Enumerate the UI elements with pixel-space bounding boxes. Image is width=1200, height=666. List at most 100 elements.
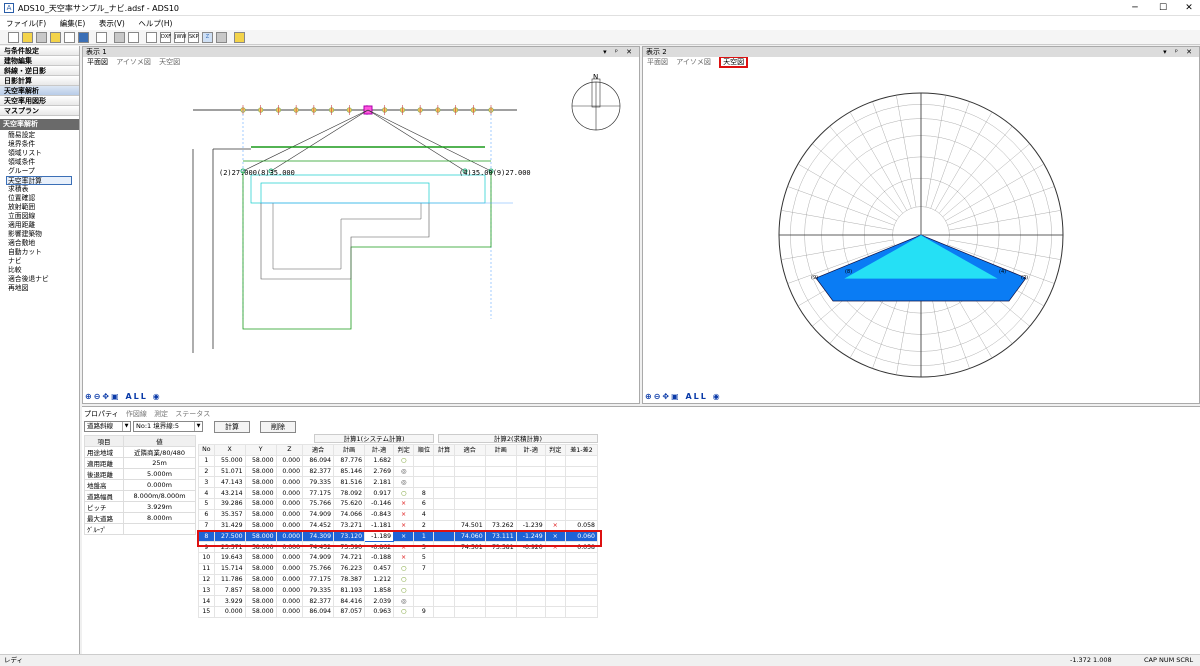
menu-help[interactable]: ヘルプ(H): [132, 16, 177, 29]
table-row[interactable]: 1 55.000 58.000 0.000 86.094 87.776 1.682 ○: [198, 454, 599, 467]
property-value[interactable]: 8.000m/8.000m: [123, 490, 196, 502]
skp-button[interactable]: SKP: [188, 32, 199, 43]
table-row[interactable]: 2 51.071 58.000 0.000 82.377 85.146 2.769 ◎: [198, 465, 599, 478]
sidebar-item[interactable]: 放射範囲: [0, 203, 79, 212]
delete-button[interactable]: 削除: [260, 421, 296, 433]
property-row[interactable]: 最大道路 8.000m: [83, 512, 196, 524]
table-row[interactable]: 4 43.214 58.000 0.000 77.175 78.092 0.917 ○ 8: [198, 487, 599, 499]
menu-view[interactable]: 表示(V): [93, 16, 130, 29]
property-row[interactable]: 後退距離 5.000m: [83, 468, 196, 480]
property-value[interactable]: 近隣商業/80/480: [123, 446, 196, 458]
table-row[interactable]: 13 7.857 58.000 0.000 79.335 81.193 1.858 ○: [198, 584, 599, 597]
sidebar-item[interactable]: ナビ: [0, 257, 79, 266]
table-row[interactable]: 3 47.143 58.000 0.000 79.335 81.516 2.181 ◎: [198, 476, 599, 489]
layers-icon[interactable]: [50, 32, 61, 43]
property-row[interactable]: 道路幅員 8.000m/8.000m: [83, 490, 196, 502]
settings-icon[interactable]: [78, 32, 89, 43]
jww-button[interactable]: JWW: [174, 32, 186, 43]
sidebar-header-sky-shapes[interactable]: 天空率用図形: [0, 96, 79, 106]
sidebar-item[interactable]: グループ: [0, 167, 79, 176]
property-row[interactable]: ピッチ 3.929m: [83, 501, 196, 513]
property-value[interactable]: 3.929m: [123, 501, 196, 513]
sidebar-item[interactable]: 適合後退ナビ: [0, 275, 79, 284]
close-button[interactable]: ✕: [1182, 2, 1196, 14]
view2-zoom-toolbar[interactable]: ⊕⊖✥▣ ALL ◉: [645, 392, 722, 401]
sidebar-item[interactable]: 比較: [0, 266, 79, 275]
sidebar-item[interactable]: 影響建築物: [0, 230, 79, 239]
property-value[interactable]: 0.000m: [123, 479, 196, 491]
print-icon[interactable]: [114, 32, 125, 43]
property-row[interactable]: 適用距離 25m: [83, 457, 196, 469]
property-row[interactable]: 地盤高 0.000m: [83, 479, 196, 491]
sidebar-item-selected[interactable]: 天空率計算: [6, 176, 72, 185]
calc-button[interactable]: 計算: [214, 421, 250, 433]
z-button[interactable]: Z: [202, 32, 213, 43]
sidebar-header-shadow[interactable]: 日影計算: [0, 76, 79, 86]
view2-tab-plan[interactable]: 平面図: [647, 58, 668, 66]
table-row[interactable]: 12 11.786 58.000 0.000 77.175 78.387 1.212 ○: [198, 573, 599, 586]
view2-controls[interactable]: ▾ ᵖ ✕: [1163, 47, 1195, 57]
menu-edit[interactable]: 編集(E): [54, 16, 91, 29]
property-value[interactable]: 5.000m: [123, 468, 196, 480]
tab-drawing-lines[interactable]: 作図線: [126, 410, 147, 418]
new-icon[interactable]: [8, 32, 19, 43]
view2-tab-sky[interactable]: 天空図: [719, 56, 749, 68]
sidebar-header-massplan[interactable]: マスプラン: [0, 106, 79, 116]
table-row[interactable]: 10 19.643 58.000 0.000 74.909 74.721 -0.188 × 5: [198, 551, 599, 564]
plan-canvas[interactable]: (2)27.000(8)35.000 (4)35.00(9)27.000 N: [83, 69, 639, 389]
property-row[interactable]: ｸﾞﾙｰﾌﾟ: [83, 523, 196, 535]
view1-controls[interactable]: ▾ ᵖ ✕: [603, 47, 635, 57]
property-row[interactable]: 用途地域 近隣商業/80/480: [83, 446, 196, 458]
property-value[interactable]: 25m: [123, 457, 196, 469]
sidebar-header-slant[interactable]: 斜線・逆日影: [0, 66, 79, 76]
view2-tab-iso[interactable]: アイソメ図: [676, 58, 711, 66]
sidebar-item[interactable]: 再地図: [0, 284, 79, 293]
minimize-button[interactable]: ─: [1128, 2, 1142, 14]
save-icon[interactable]: [36, 32, 47, 43]
grid-icon[interactable]: [216, 32, 227, 43]
table-row[interactable]: 5 39.286 58.000 0.000 75.766 75.620 -0.146 × 6: [198, 497, 599, 510]
tab-status[interactable]: ステータス: [175, 410, 210, 418]
sidebar: 与条件設定 建物編集 斜線・逆日影 日影計算 天空率解析 天空率用図形 マスプラ…: [0, 46, 80, 654]
property-label: 道路幅員: [83, 490, 125, 502]
sidebar-header-sky-analysis[interactable]: 天空率解析: [0, 86, 79, 96]
tab-properties[interactable]: プロパティ: [84, 410, 119, 418]
zoom-all-label[interactable]: ALL: [685, 392, 707, 401]
view1-zoom-toolbar[interactable]: ⊕⊖✥▣ ALL ◉: [85, 392, 162, 401]
table-row[interactable]: 14 3.929 58.000 0.000 82.377 84.416 2.039 ◎: [198, 595, 599, 607]
property-value[interactable]: [123, 523, 196, 535]
property-value[interactable]: 8.000m: [123, 512, 196, 524]
sidebar-header-conditions[interactable]: 与条件設定: [0, 46, 79, 56]
menu-file[interactable]: ファイル(F): [0, 16, 51, 29]
sidebar-item[interactable]: 領域条件: [0, 158, 79, 167]
sidebar-item[interactable]: 求積表: [0, 185, 79, 194]
table-row[interactable]: 11 15.714 58.000 0.000 75.766 76.223 0.457 ○ 7: [198, 562, 599, 575]
table-row[interactable]: 15 0.000 58.000 0.000 86.094 87.057 0.963 ○ 9: [198, 605, 599, 618]
boundary-select[interactable]: No:1 境界線:5 ▼: [133, 421, 203, 432]
sidebar-item[interactable]: 位置確認: [0, 194, 79, 203]
tab-measure[interactable]: 測定: [154, 410, 168, 418]
slant-type-select[interactable]: 道路斜線 ▼: [84, 421, 131, 432]
info-icon[interactable]: [64, 32, 75, 43]
sidebar-item[interactable]: 立面図線: [0, 212, 79, 221]
preview-icon[interactable]: [128, 32, 139, 43]
sidebar-item[interactable]: 簡易設定: [0, 131, 79, 140]
view1-tab-sky[interactable]: 天空図: [159, 58, 180, 66]
sky-chart[interactable]: (9) (8) (4) (2): [643, 69, 1199, 389]
text-icon[interactable]: [146, 32, 157, 43]
dxf-button[interactable]: DXF: [160, 32, 171, 43]
sidebar-item[interactable]: 適用距離: [0, 221, 79, 230]
view1-tab-iso[interactable]: アイソメ図: [116, 58, 151, 66]
sidebar-header-building[interactable]: 建物編集: [0, 56, 79, 66]
sidebar-item[interactable]: 自動カット: [0, 248, 79, 257]
help-icon[interactable]: [234, 32, 245, 43]
zoom-all-label[interactable]: ALL: [125, 392, 147, 401]
sidebar-item[interactable]: 境界条件: [0, 140, 79, 149]
sidebar-item[interactable]: 適合敷地: [0, 239, 79, 248]
open-icon[interactable]: [22, 32, 33, 43]
view1-tab-plan[interactable]: 平面図: [87, 58, 108, 66]
undo-icon[interactable]: [96, 32, 107, 43]
maximize-button[interactable]: ☐: [1156, 2, 1170, 14]
table-row[interactable]: 6 35.357 58.000 0.000 74.909 74.066 -0.843 × 4: [198, 508, 599, 521]
sidebar-item[interactable]: 領域リスト: [0, 149, 79, 158]
